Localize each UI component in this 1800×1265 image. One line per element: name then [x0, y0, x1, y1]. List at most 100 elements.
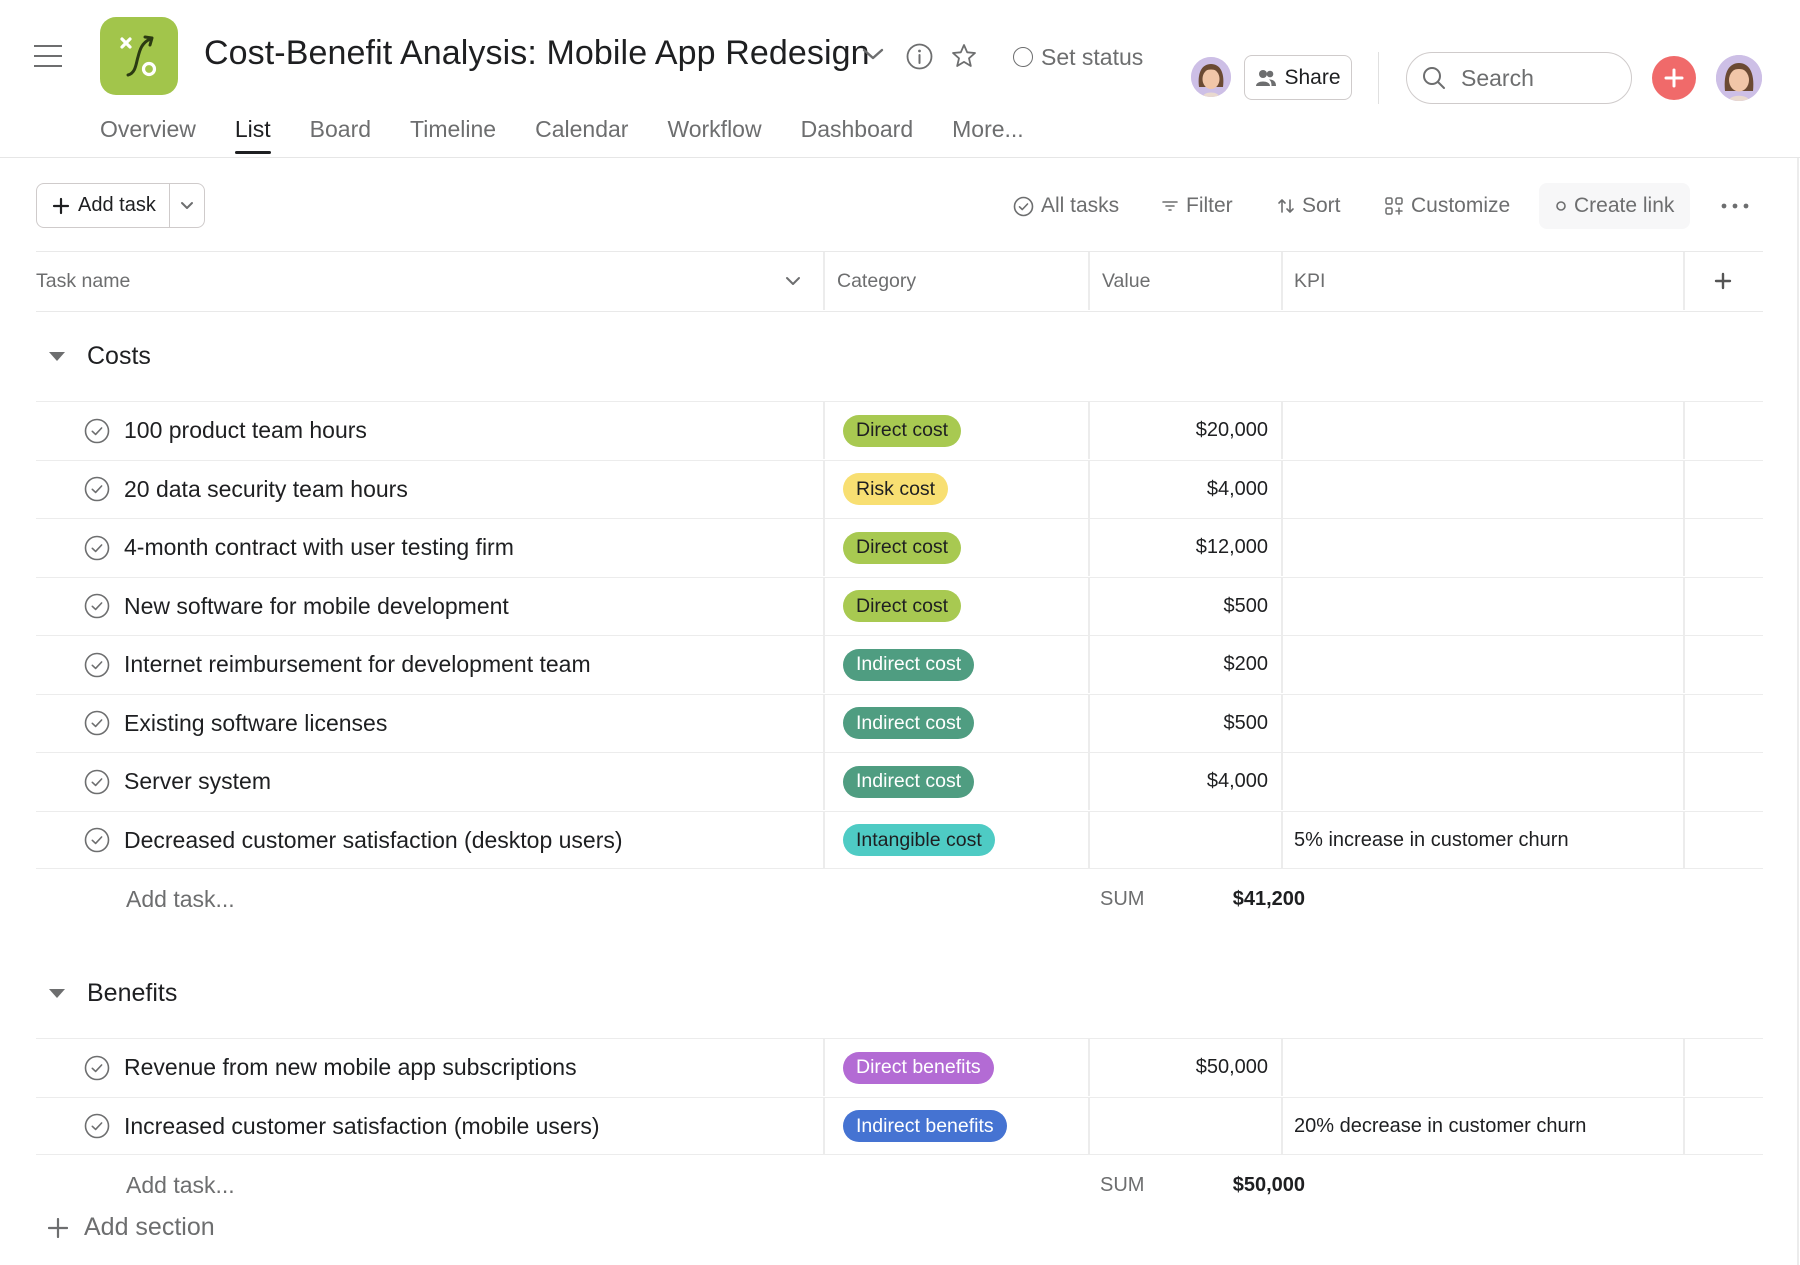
- add-task-inline-button[interactable]: Add task...: [126, 870, 235, 928]
- add-task-inline-button[interactable]: Add task...: [126, 1156, 235, 1214]
- table-row[interactable]: 4-month contract with user testing firm D…: [36, 518, 1763, 577]
- create-button[interactable]: [1652, 56, 1696, 100]
- customize-button[interactable]: Customize: [1384, 186, 1510, 226]
- kpi-cell[interactable]: [1282, 402, 1683, 459]
- filter-button[interactable]: Filter: [1161, 186, 1233, 226]
- hamburger-menu-icon[interactable]: [34, 45, 62, 67]
- table-row[interactable]: 20 data security team hours Risk cost $4,0…: [36, 459, 1763, 519]
- complete-check-icon[interactable]: [84, 535, 110, 561]
- star-icon[interactable]: [950, 42, 978, 70]
- set-status-button[interactable]: Set status: [1013, 44, 1143, 70]
- value-cell[interactable]: $4,000: [1089, 753, 1281, 810]
- table-row[interactable]: Decreased customer satisfaction (desktop…: [36, 810, 1763, 869]
- column-header-category[interactable]: Category: [837, 252, 1089, 310]
- tab-board[interactable]: Board: [310, 112, 371, 153]
- task-name-cell[interactable]: Server system: [84, 753, 823, 810]
- kpi-cell[interactable]: [1282, 1039, 1683, 1096]
- add-column-button[interactable]: [1683, 252, 1763, 310]
- user-avatar[interactable]: [1716, 55, 1762, 101]
- tab-dashboard[interactable]: Dashboard: [801, 112, 914, 153]
- kpi-cell[interactable]: [1282, 461, 1683, 518]
- value-cell[interactable]: $20,000: [1089, 402, 1281, 459]
- chevron-down-icon[interactable]: [860, 44, 886, 64]
- tab-list[interactable]: List: [234, 112, 271, 154]
- complete-check-icon[interactable]: [84, 1113, 110, 1139]
- kpi-cell[interactable]: [1282, 753, 1683, 810]
- table-row[interactable]: 100 product team hours Direct cost $20,000: [36, 401, 1763, 460]
- task-name-cell[interactable]: 4-month contract with user testing firm: [84, 519, 823, 576]
- collapse-triangle-icon[interactable]: [49, 988, 65, 998]
- collapse-triangle-icon[interactable]: [49, 351, 65, 361]
- sort-button[interactable]: Sort: [1277, 186, 1341, 226]
- value-cell[interactable]: $12,000: [1089, 519, 1281, 576]
- table-row[interactable]: Internet reimbursement for development t…: [36, 635, 1763, 694]
- category-cell[interactable]: Direct cost: [843, 519, 1088, 576]
- task-name-cell[interactable]: Existing software licenses: [84, 695, 823, 752]
- value-cell[interactable]: [1089, 812, 1281, 869]
- kpi-cell[interactable]: 20% decrease in customer churn: [1282, 1098, 1683, 1155]
- tab-workflow[interactable]: Workflow: [667, 112, 761, 153]
- task-name-cell[interactable]: 20 data security team hours: [84, 461, 823, 518]
- plus-icon: [1714, 272, 1732, 290]
- tab-timeline[interactable]: Timeline: [410, 112, 496, 153]
- create-link-button[interactable]: Create link: [1539, 183, 1691, 229]
- task-name-cell[interactable]: Revenue from new mobile app subscription…: [84, 1039, 823, 1096]
- column-header-value[interactable]: Value: [1102, 252, 1282, 310]
- kpi-cell[interactable]: [1282, 578, 1683, 635]
- complete-check-icon[interactable]: [84, 476, 110, 502]
- value-cell[interactable]: [1089, 1098, 1281, 1155]
- kpi-cell[interactable]: [1282, 636, 1683, 693]
- value-cell[interactable]: $50,000: [1089, 1039, 1281, 1096]
- table-row[interactable]: Existing software licenses Indirect cost $…: [36, 693, 1763, 753]
- complete-check-icon[interactable]: [84, 593, 110, 619]
- search-input[interactable]: Search: [1406, 52, 1632, 104]
- complete-check-icon[interactable]: [84, 652, 110, 678]
- chevron-down-icon[interactable]: [785, 275, 801, 287]
- category-cell[interactable]: Risk cost: [843, 461, 1088, 518]
- tab-calendar[interactable]: Calendar: [535, 112, 628, 153]
- category-cell[interactable]: Direct cost: [843, 402, 1088, 459]
- task-name-cell[interactable]: Internet reimbursement for development t…: [84, 636, 823, 693]
- kpi-cell[interactable]: [1282, 519, 1683, 576]
- more-options-button[interactable]: [1720, 186, 1750, 226]
- member-avatar[interactable]: [1191, 57, 1231, 97]
- all-tasks-button[interactable]: All tasks: [1013, 186, 1119, 226]
- scrollbar-track[interactable]: [1797, 158, 1799, 1265]
- value-cell[interactable]: $4,000: [1089, 461, 1281, 518]
- table-row[interactable]: Revenue from new mobile app subscription…: [36, 1038, 1763, 1097]
- table-row[interactable]: New software for mobile development Direc…: [36, 576, 1763, 636]
- complete-check-icon[interactable]: [84, 827, 110, 853]
- category-cell[interactable]: Direct benefits: [843, 1039, 1088, 1096]
- category-cell[interactable]: Indirect cost: [843, 636, 1088, 693]
- tab-overview[interactable]: Overview: [100, 112, 196, 153]
- table-row[interactable]: Increased customer satisfaction (mobile …: [36, 1096, 1763, 1155]
- value-cell[interactable]: $500: [1089, 578, 1281, 635]
- category-cell[interactable]: Indirect cost: [843, 695, 1088, 752]
- task-name-cell[interactable]: Increased customer satisfaction (mobile …: [84, 1098, 823, 1155]
- complete-check-icon[interactable]: [84, 769, 110, 795]
- kpi-cell[interactable]: [1282, 695, 1683, 752]
- tab-more[interactable]: More...: [952, 112, 1024, 153]
- category-cell[interactable]: Intangible cost: [843, 812, 1088, 869]
- complete-check-icon[interactable]: [84, 1055, 110, 1081]
- value-cell[interactable]: $200: [1089, 636, 1281, 693]
- complete-check-icon[interactable]: [84, 418, 110, 444]
- column-header-kpi[interactable]: KPI: [1294, 252, 1674, 310]
- complete-check-icon[interactable]: [84, 710, 110, 736]
- column-header-task-name[interactable]: Task name: [36, 252, 823, 310]
- share-button[interactable]: Share: [1244, 55, 1352, 100]
- task-name-cell[interactable]: Decreased customer satisfaction (desktop…: [84, 812, 823, 869]
- category-cell[interactable]: Indirect cost: [843, 753, 1088, 810]
- kpi-cell[interactable]: 5% increase in customer churn: [1282, 812, 1683, 869]
- section-header[interactable]: Benefits: [36, 973, 177, 1013]
- table-row[interactable]: Server system Indirect cost $4,000: [36, 752, 1763, 811]
- column-divider: [1088, 252, 1090, 310]
- task-name-cell[interactable]: 100 product team hours: [84, 402, 823, 459]
- value-cell[interactable]: $500: [1089, 695, 1281, 752]
- info-icon[interactable]: [906, 43, 933, 70]
- category-cell[interactable]: Indirect benefits: [843, 1098, 1088, 1155]
- add-section-button[interactable]: Add section: [48, 1213, 215, 1242]
- task-name-cell[interactable]: New software for mobile development: [84, 578, 823, 635]
- section-header[interactable]: Costs: [36, 336, 151, 376]
- category-cell[interactable]: Direct cost: [843, 578, 1088, 635]
